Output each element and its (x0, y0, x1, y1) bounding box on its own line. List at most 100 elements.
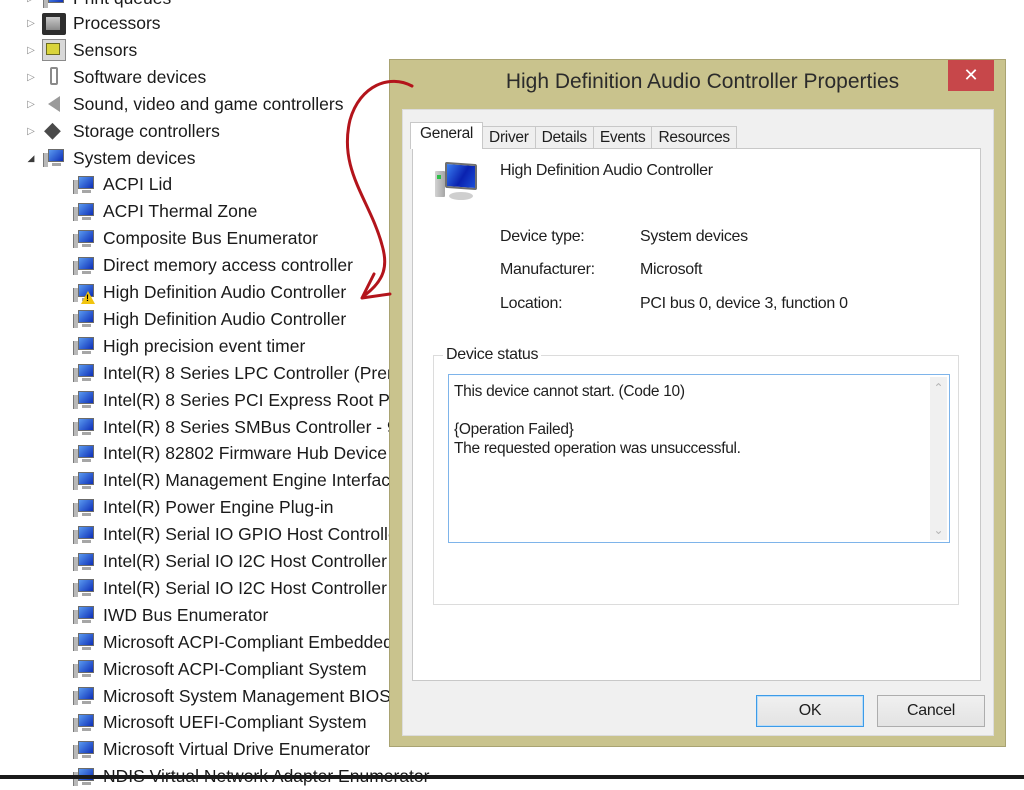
system-device-icon (72, 255, 96, 277)
scroll-up-icon[interactable]: ⌃ (930, 379, 947, 396)
device-manager-tree: ▷ Print queues ▷ Processors ▷ Sensors ▷ Softw… (0, 0, 534, 786)
system-device-icon (42, 147, 66, 169)
tree-category-label: System devices (73, 147, 196, 168)
cancel-button[interactable]: Cancel (877, 695, 985, 727)
system-device-icon (72, 739, 96, 761)
general-tab-page: High Definition Audio Controller Device … (412, 148, 981, 681)
tree-category-system-devices[interactable]: ◢ System devices (24, 145, 196, 172)
system-device-icon: ! (72, 282, 96, 304)
manufacturer-label: Manufacturer: (500, 261, 595, 278)
system-device-icon (72, 416, 96, 438)
tree-device-label: Intel(R) 8 Series PCI Express Root Port (103, 389, 411, 410)
expand-arrow-icon[interactable]: ▷ (24, 0, 38, 6)
ok-button[interactable]: OK (756, 695, 864, 727)
tree-device-item[interactable]: IWD Bus Enumerator (72, 602, 268, 629)
tree-device-item[interactable]: Intel(R) 82802 Firmware Hub Device (72, 440, 387, 467)
tree-device-item[interactable]: Intel(R) Serial IO I2C Host Controller (72, 575, 387, 602)
tree-category-software-devices[interactable]: ▷ Software devices (24, 64, 206, 91)
expand-arrow-icon[interactable]: ▷ (24, 124, 38, 138)
close-button[interactable]: ✕ (948, 60, 994, 91)
tab-driver[interactable]: Driver (482, 126, 536, 149)
tab-general[interactable]: General (410, 122, 484, 149)
dialog-title: High Definition Audio Controller Propert… (505, 70, 900, 93)
system-device-icon (72, 497, 96, 519)
software-device-icon (42, 66, 66, 88)
tree-category-sensors[interactable]: ▷ Sensors (24, 37, 137, 64)
tree-device-item[interactable]: High Definition Audio Controller (72, 306, 346, 333)
system-device-icon (72, 524, 96, 546)
tree-device-label: Intel(R) Serial IO I2C Host Controller (103, 551, 387, 571)
tree-device-label: Intel(R) Power Engine Plug-in (103, 497, 334, 518)
tree-device-item[interactable]: High precision event timer (72, 333, 305, 360)
tree-device-label: Microsoft ACPI-Compliant System (103, 658, 367, 679)
system-device-icon (72, 201, 96, 223)
expand-arrow-icon[interactable]: ▷ (24, 97, 38, 111)
tree-device-item[interactable]: Intel(R) 8 Series PCI Express Root Port (72, 387, 410, 414)
expand-arrow-icon[interactable]: ▷ (24, 43, 38, 57)
tab-events[interactable]: Events (592, 126, 653, 149)
sensor-icon (42, 39, 66, 62)
system-device-icon (72, 551, 96, 573)
speaker-icon (42, 93, 66, 115)
system-device-icon (72, 335, 96, 357)
device-status-group: Device status This device cannot start. … (433, 346, 959, 605)
tree-device-item[interactable]: Intel(R) Power Engine Plug-in (72, 494, 334, 521)
device-type-value: System devices (640, 228, 748, 245)
tree-device-item[interactable]: ! High Definition Audio Controller (72, 279, 346, 306)
system-device-icon (72, 389, 96, 411)
dialog-client-area: General Driver Details Events Resources … (402, 109, 994, 736)
tree-category-label: Storage controllers (73, 120, 220, 141)
tree-device-label: Intel(R) Management Engine Interface (103, 470, 400, 491)
print-queue-icon (42, 0, 66, 10)
tree-device-item[interactable]: Intel(R) Serial IO GPIO Host Controller (72, 521, 404, 548)
tree-device-item[interactable]: Microsoft ACPI-Compliant System (72, 656, 367, 683)
tree-device-label: IWD Bus Enumerator (103, 604, 269, 625)
expand-arrow-icon[interactable]: ▷ (24, 70, 38, 84)
tree-category-sound-video-and-game-controllers[interactable]: ▷ Sound, video and game controllers (24, 91, 343, 118)
system-device-icon (72, 308, 96, 330)
system-device-icon (72, 470, 96, 492)
tree-device-item[interactable]: Microsoft Virtual Drive Enumerator (72, 736, 370, 763)
device-status-legend: Device status (443, 346, 542, 364)
tree-category-label: Sensors (73, 39, 138, 60)
tree-device-item[interactable]: Intel(R) Management Engine Interface (72, 467, 400, 494)
tree-device-item[interactable]: ACPI Thermal Zone (72, 198, 257, 225)
tree-category-processors[interactable]: ▷ Processors (24, 10, 161, 37)
taskbar-edge (0, 775, 1024, 779)
tree-device-label: Microsoft UEFI-Compliant System (103, 712, 367, 733)
tab-strip: General Driver Details Events Resources (410, 122, 737, 149)
location-value: PCI bus 0, device 3, function 0 (640, 295, 848, 312)
manufacturer-value: Microsoft (640, 261, 703, 278)
system-device-icon (72, 604, 96, 626)
tree-device-item[interactable]: Microsoft UEFI-Compliant System (72, 709, 367, 736)
tree-category-label: Software devices (73, 66, 207, 87)
tree-category-label: Print queues (73, 0, 171, 9)
tree-device-label: Intel(R) Serial IO GPIO Host Controller (103, 524, 404, 545)
storage-controller-icon (42, 117, 66, 143)
collapse-arrow-icon[interactable]: ◢ (24, 151, 38, 165)
device-type-label: Device type: (500, 228, 585, 245)
tree-device-label: Composite Bus Enumerator (103, 228, 318, 249)
scroll-down-icon[interactable]: ⌄ (930, 521, 947, 538)
tree-device-label: Intel(R) 82802 Firmware Hub Device (103, 443, 387, 464)
expand-arrow-icon[interactable]: ▷ (24, 17, 38, 31)
tree-category-label: Sound, video and game controllers (73, 93, 344, 114)
system-device-icon (72, 362, 96, 384)
tree-device-item[interactable]: Direct memory access controller (72, 252, 353, 279)
device-name: High Definition Audio Controller (500, 162, 713, 179)
system-device-icon (72, 631, 96, 653)
tree-device-item[interactable]: ACPI Lid (72, 171, 172, 198)
tree-category-storage-controllers[interactable]: ▷ Storage controllers (24, 117, 220, 145)
tab-details[interactable]: Details (534, 126, 594, 149)
processor-icon (42, 12, 66, 35)
status-scrollbar[interactable]: ⌃ ⌄ (930, 377, 947, 540)
tree-device-item[interactable]: Microsoft System Management BIOS Driver (72, 683, 442, 710)
tab-resources[interactable]: Resources (651, 126, 737, 149)
properties-dialog: High Definition Audio Controller Propert… (389, 59, 1006, 747)
tree-device-item[interactable]: Intel(R) Serial IO I2C Host Controller (72, 548, 387, 575)
tree-device-item[interactable]: Intel(R) 8 Series SMBus Controller - 9C2… (72, 414, 429, 441)
system-device-icon (72, 685, 96, 707)
tree-device-item[interactable]: Composite Bus Enumerator (72, 225, 318, 252)
device-status-textbox[interactable]: This device cannot start. (Code 10) {Ope… (448, 374, 950, 543)
tree-device-label: Direct memory access controller (103, 255, 353, 276)
